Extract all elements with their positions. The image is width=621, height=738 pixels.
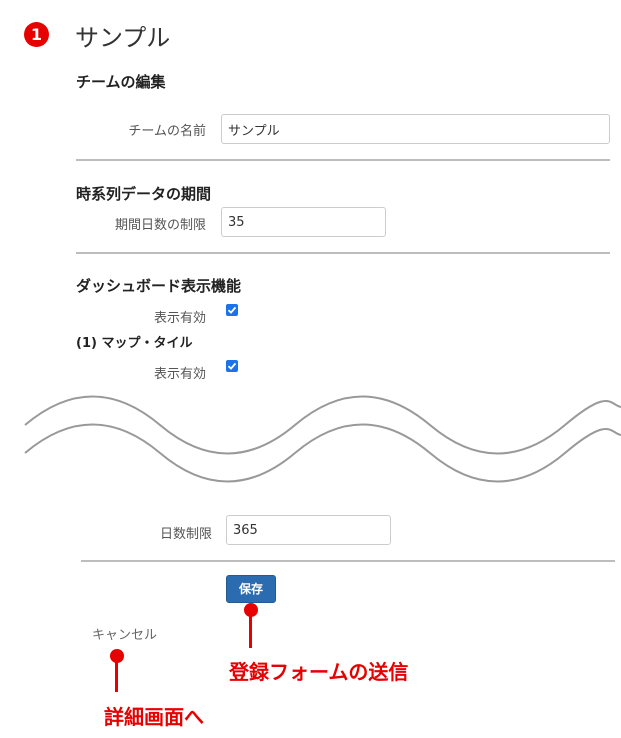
detail-annotation: 詳細画面へ xyxy=(104,705,204,729)
dashboard-enabled-label: 表示有効 xyxy=(153,311,206,326)
dashboard-heading: ダッシュボード表示機能 xyxy=(76,277,242,295)
detail-callout-dot xyxy=(110,649,124,663)
divider xyxy=(76,252,610,254)
checkmark-icon xyxy=(227,362,237,370)
submit-callout-dot xyxy=(244,603,258,617)
map-tile-enabled-checkbox[interactable] xyxy=(226,360,238,372)
page-title: サンプル xyxy=(75,24,171,52)
submit-callout-line xyxy=(249,616,252,648)
day-limit-input[interactable] xyxy=(226,515,391,545)
divider xyxy=(76,159,610,161)
period-days-limit-input[interactable] xyxy=(221,207,386,237)
dashboard-enabled-checkbox[interactable] xyxy=(226,304,238,316)
day-limit-label: 日数制限 xyxy=(159,527,212,542)
submit-annotation: 登録フォームの送信 xyxy=(229,660,409,684)
step-number-badge: 1 xyxy=(24,22,49,47)
divider xyxy=(81,560,615,562)
timeseries-heading: 時系列データの期間 xyxy=(76,185,212,203)
checkmark-icon xyxy=(227,306,237,314)
cancel-link[interactable]: キャンセル xyxy=(92,624,157,643)
save-button[interactable]: 保存 xyxy=(226,575,276,603)
map-tile-enabled-label: 表示有効 xyxy=(153,367,206,382)
detail-callout-line xyxy=(115,662,118,692)
omission-wave xyxy=(24,395,621,483)
map-tile-heading: (1) マップ・タイル xyxy=(76,336,193,351)
team-name-input[interactable] xyxy=(221,114,610,144)
team-edit-heading: チームの編集 xyxy=(76,73,166,91)
team-name-label: チームの名前 xyxy=(128,124,206,139)
period-days-limit-label: 期間日数の制限 xyxy=(114,218,206,233)
